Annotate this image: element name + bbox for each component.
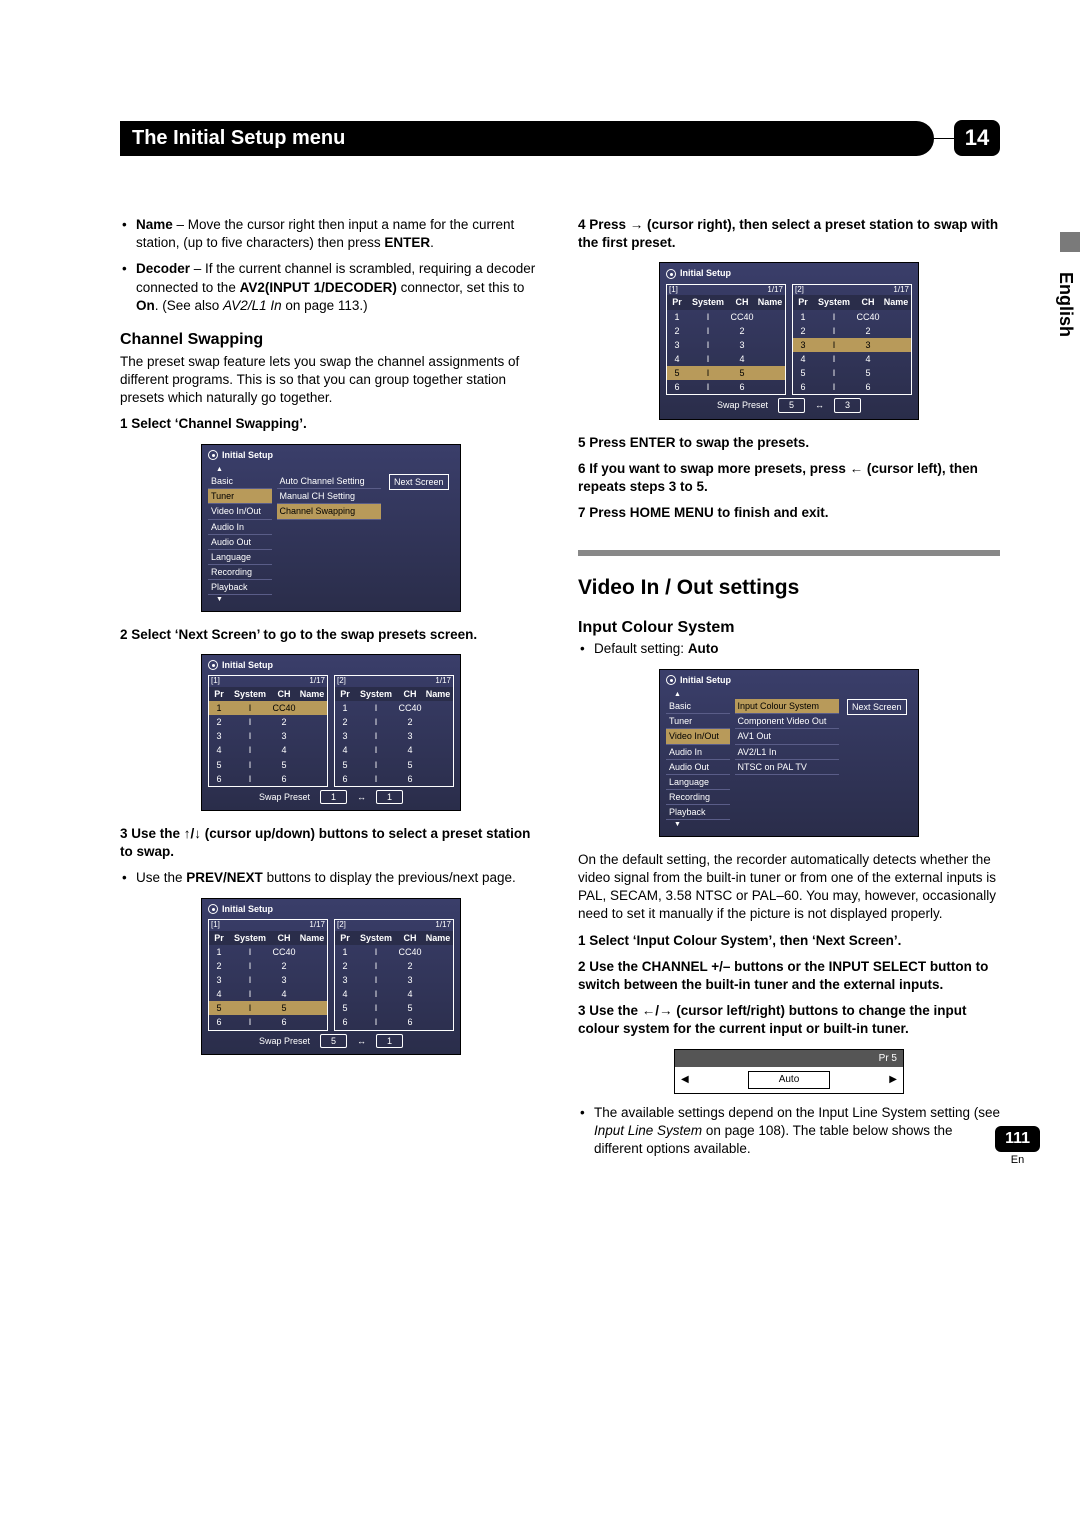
osd-auto-selector: Pr 5 ◀Auto▶ <box>674 1049 904 1094</box>
arrow-left-icon: ◀ <box>681 1073 689 1087</box>
disc-icon <box>208 450 218 460</box>
left-column: Name – Move the cursor right then input … <box>120 216 542 1166</box>
ics-default: Default setting: Auto <box>578 640 1000 658</box>
bullet-name: Name – Move the cursor right then input … <box>120 216 542 252</box>
step-3: 3 Use the ↑/↓ (cursor up/down) buttons t… <box>120 825 542 861</box>
step-4: 4 Press → (cursor right), then select a … <box>578 216 1000 252</box>
language-tab-marker <box>1060 232 1080 252</box>
step-6: 6 If you want to swap more presets, pres… <box>578 460 1000 496</box>
disc-icon <box>208 904 218 914</box>
disc-icon <box>666 675 676 685</box>
heading-video-in-out: Video In / Out settings <box>578 574 1000 602</box>
osd-next-screen: Next Screen <box>389 474 449 490</box>
step-1: 1 Select ‘Channel Swapping’. <box>120 415 542 433</box>
chapter-number-badge: 14 <box>954 120 1000 156</box>
ics-step-1: 1 Select ‘Input Colour System’, then ‘Ne… <box>578 932 1000 950</box>
osd-swap-table-2: Initial Setup [1]1/17PrSystemCHName1ICC4… <box>201 898 461 1055</box>
ics-para: On the default setting, the recorder aut… <box>578 851 1000 924</box>
page-title: The Initial Setup menu <box>120 121 934 156</box>
osd-initial-setup-video: Initial Setup Basic Tuner Video In/Out A… <box>659 669 919 837</box>
osd-swap-table-3: Initial Setup [1]1/17PrSystemCHName1ICC4… <box>659 262 919 419</box>
ics-step-2: 2 Use the CHANNEL +/– buttons or the INP… <box>578 958 1000 994</box>
arrow-right-icon: ▶ <box>889 1073 897 1087</box>
right-column: 4 Press → (cursor right), then select a … <box>578 216 1000 1166</box>
step-7: 7 Press HOME MENU to finish and exit. <box>578 504 1000 522</box>
ics-note: The available settings depend on the Inp… <box>578 1104 1000 1159</box>
heading-channel-swapping: Channel Swapping <box>120 329 542 351</box>
osd-swap-table-1: Initial Setup [1]1/17PrSystemCHName1ICC4… <box>201 654 461 811</box>
step-3-note: Use the PREV/NEXT buttons to display the… <box>120 869 542 887</box>
language-tab: English <box>1051 260 1080 349</box>
disc-icon <box>208 660 218 670</box>
page-number-badge: 111 En <box>995 1126 1040 1166</box>
bullet-decoder: Decoder – If the current channel is scra… <box>120 260 542 315</box>
osd-initial-setup-tuner: Initial Setup Basic Tuner Video In/Out A… <box>201 444 461 612</box>
osd-preset-tables: [1]1/17PrSystemCHName1ICC402I23I34I45I56… <box>208 675 454 787</box>
para-channel-swapping: The preset swap feature lets you swap th… <box>120 353 542 408</box>
step-5: 5 Press ENTER to swap the presets. <box>578 434 1000 452</box>
disc-icon <box>666 269 676 279</box>
section-divider <box>578 550 1000 556</box>
step-2: 2 Select ‘Next Screen’ to go to the swap… <box>120 626 542 644</box>
osd-left-menu: Basic Tuner Video In/Out Audio In Audio … <box>208 474 272 595</box>
heading-input-colour-system: Input Colour System <box>578 617 1000 639</box>
ics-step-3: 3 Use the ←/→ (cursor left/right) button… <box>578 1002 1000 1038</box>
osd-submenu-tuner: Auto Channel Setting Manual CH Setting C… <box>277 474 381 519</box>
